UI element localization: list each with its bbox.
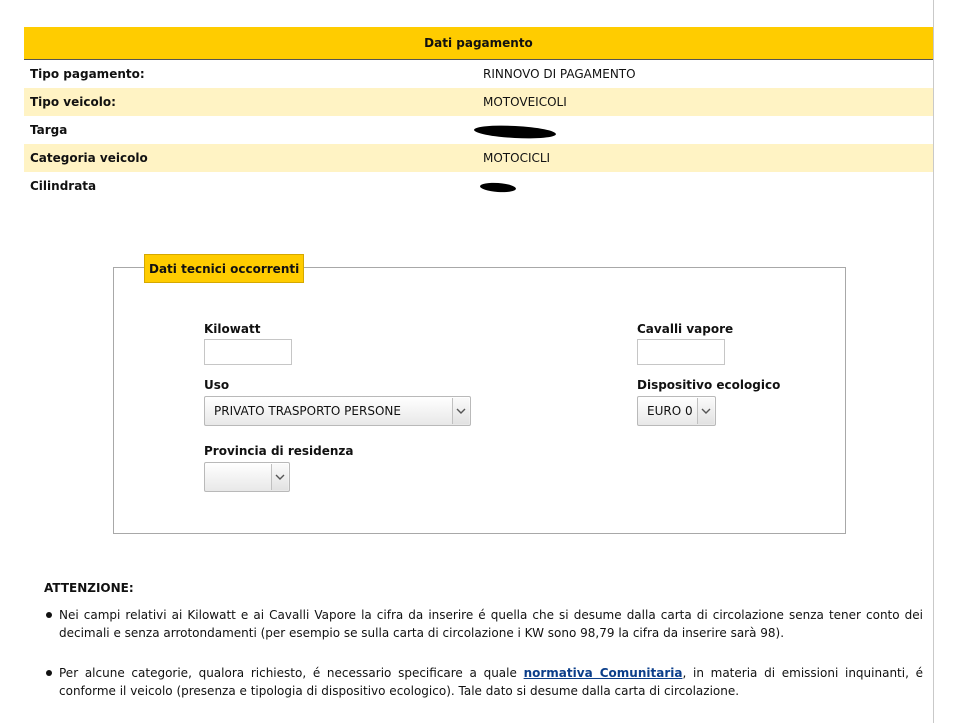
row-label: Cilindrata — [30, 179, 97, 193]
chevron-down-icon[interactable] — [452, 398, 469, 424]
bullet-icon — [46, 670, 52, 676]
cavalli-vapore-input[interactable] — [637, 339, 725, 365]
uso-select[interactable]: PRIVATO TRASPORTO PERSONE — [204, 396, 471, 426]
chevron-down-icon[interactable] — [697, 398, 714, 424]
row-label: Categoria veicolo — [30, 151, 148, 165]
payment-row-tipo-veicolo: Tipo veicolo: MOTOVEICOLI — [24, 88, 933, 116]
dispositivo-selected-value: EURO 0 — [647, 404, 693, 418]
attention-note-normativa: Per alcune categorie, qualora richiesto,… — [59, 664, 923, 700]
provincia-select[interactable] — [204, 462, 290, 492]
payment-header: Dati pagamento — [24, 27, 933, 60]
dispositivo-ecologico-select[interactable]: EURO 0 — [637, 396, 716, 426]
chevron-down-icon[interactable] — [271, 464, 288, 490]
payment-row-targa: Targa — [24, 116, 933, 144]
cavalli-vapore-label: Cavalli vapore — [637, 322, 734, 336]
kilowatt-label: Kilowatt — [204, 322, 261, 336]
redaction-mark — [479, 181, 517, 194]
window-right-edge — [933, 0, 954, 723]
row-label: Tipo veicolo: — [30, 95, 116, 109]
technical-legend: Dati tecnici occorrenti — [144, 254, 305, 283]
note-text: Per alcune categorie, qualora richiesto,… — [59, 666, 524, 680]
payment-row-tipo-pagamento: Tipo pagamento: RINNOVO DI PAGAMENTO — [24, 60, 933, 88]
redaction-mark — [473, 123, 557, 141]
row-label: Tipo pagamento: — [30, 67, 145, 81]
payment-row-cilindrata: Cilindrata — [24, 172, 933, 200]
dispositivo-ecologico-label: Dispositivo ecologico — [637, 378, 781, 392]
row-label: Targa — [30, 123, 68, 137]
bullet-icon — [46, 612, 52, 618]
row-value: MOTOVEICOLI — [483, 95, 567, 109]
uso-selected-value: PRIVATO TRASPORTO PERSONE — [214, 404, 401, 418]
uso-label: Uso — [204, 378, 230, 392]
attention-note-kilowatt: Nei campi relativi ai Kilowatt e ai Cava… — [59, 608, 923, 640]
normativa-comunitaria-link[interactable]: normativa Comunitaria — [524, 666, 683, 680]
kilowatt-input[interactable] — [204, 339, 292, 365]
row-value: RINNOVO DI PAGAMENTO — [483, 67, 636, 81]
payment-table: Dati pagamento Tipo pagamento: RINNOVO D… — [24, 27, 933, 200]
payment-row-categoria: Categoria veicolo MOTOCICLI — [24, 144, 933, 172]
attention-title: ATTENZIONE: — [44, 581, 134, 595]
provincia-label: Provincia di residenza — [204, 444, 354, 458]
row-value: MOTOCICLI — [483, 151, 551, 165]
